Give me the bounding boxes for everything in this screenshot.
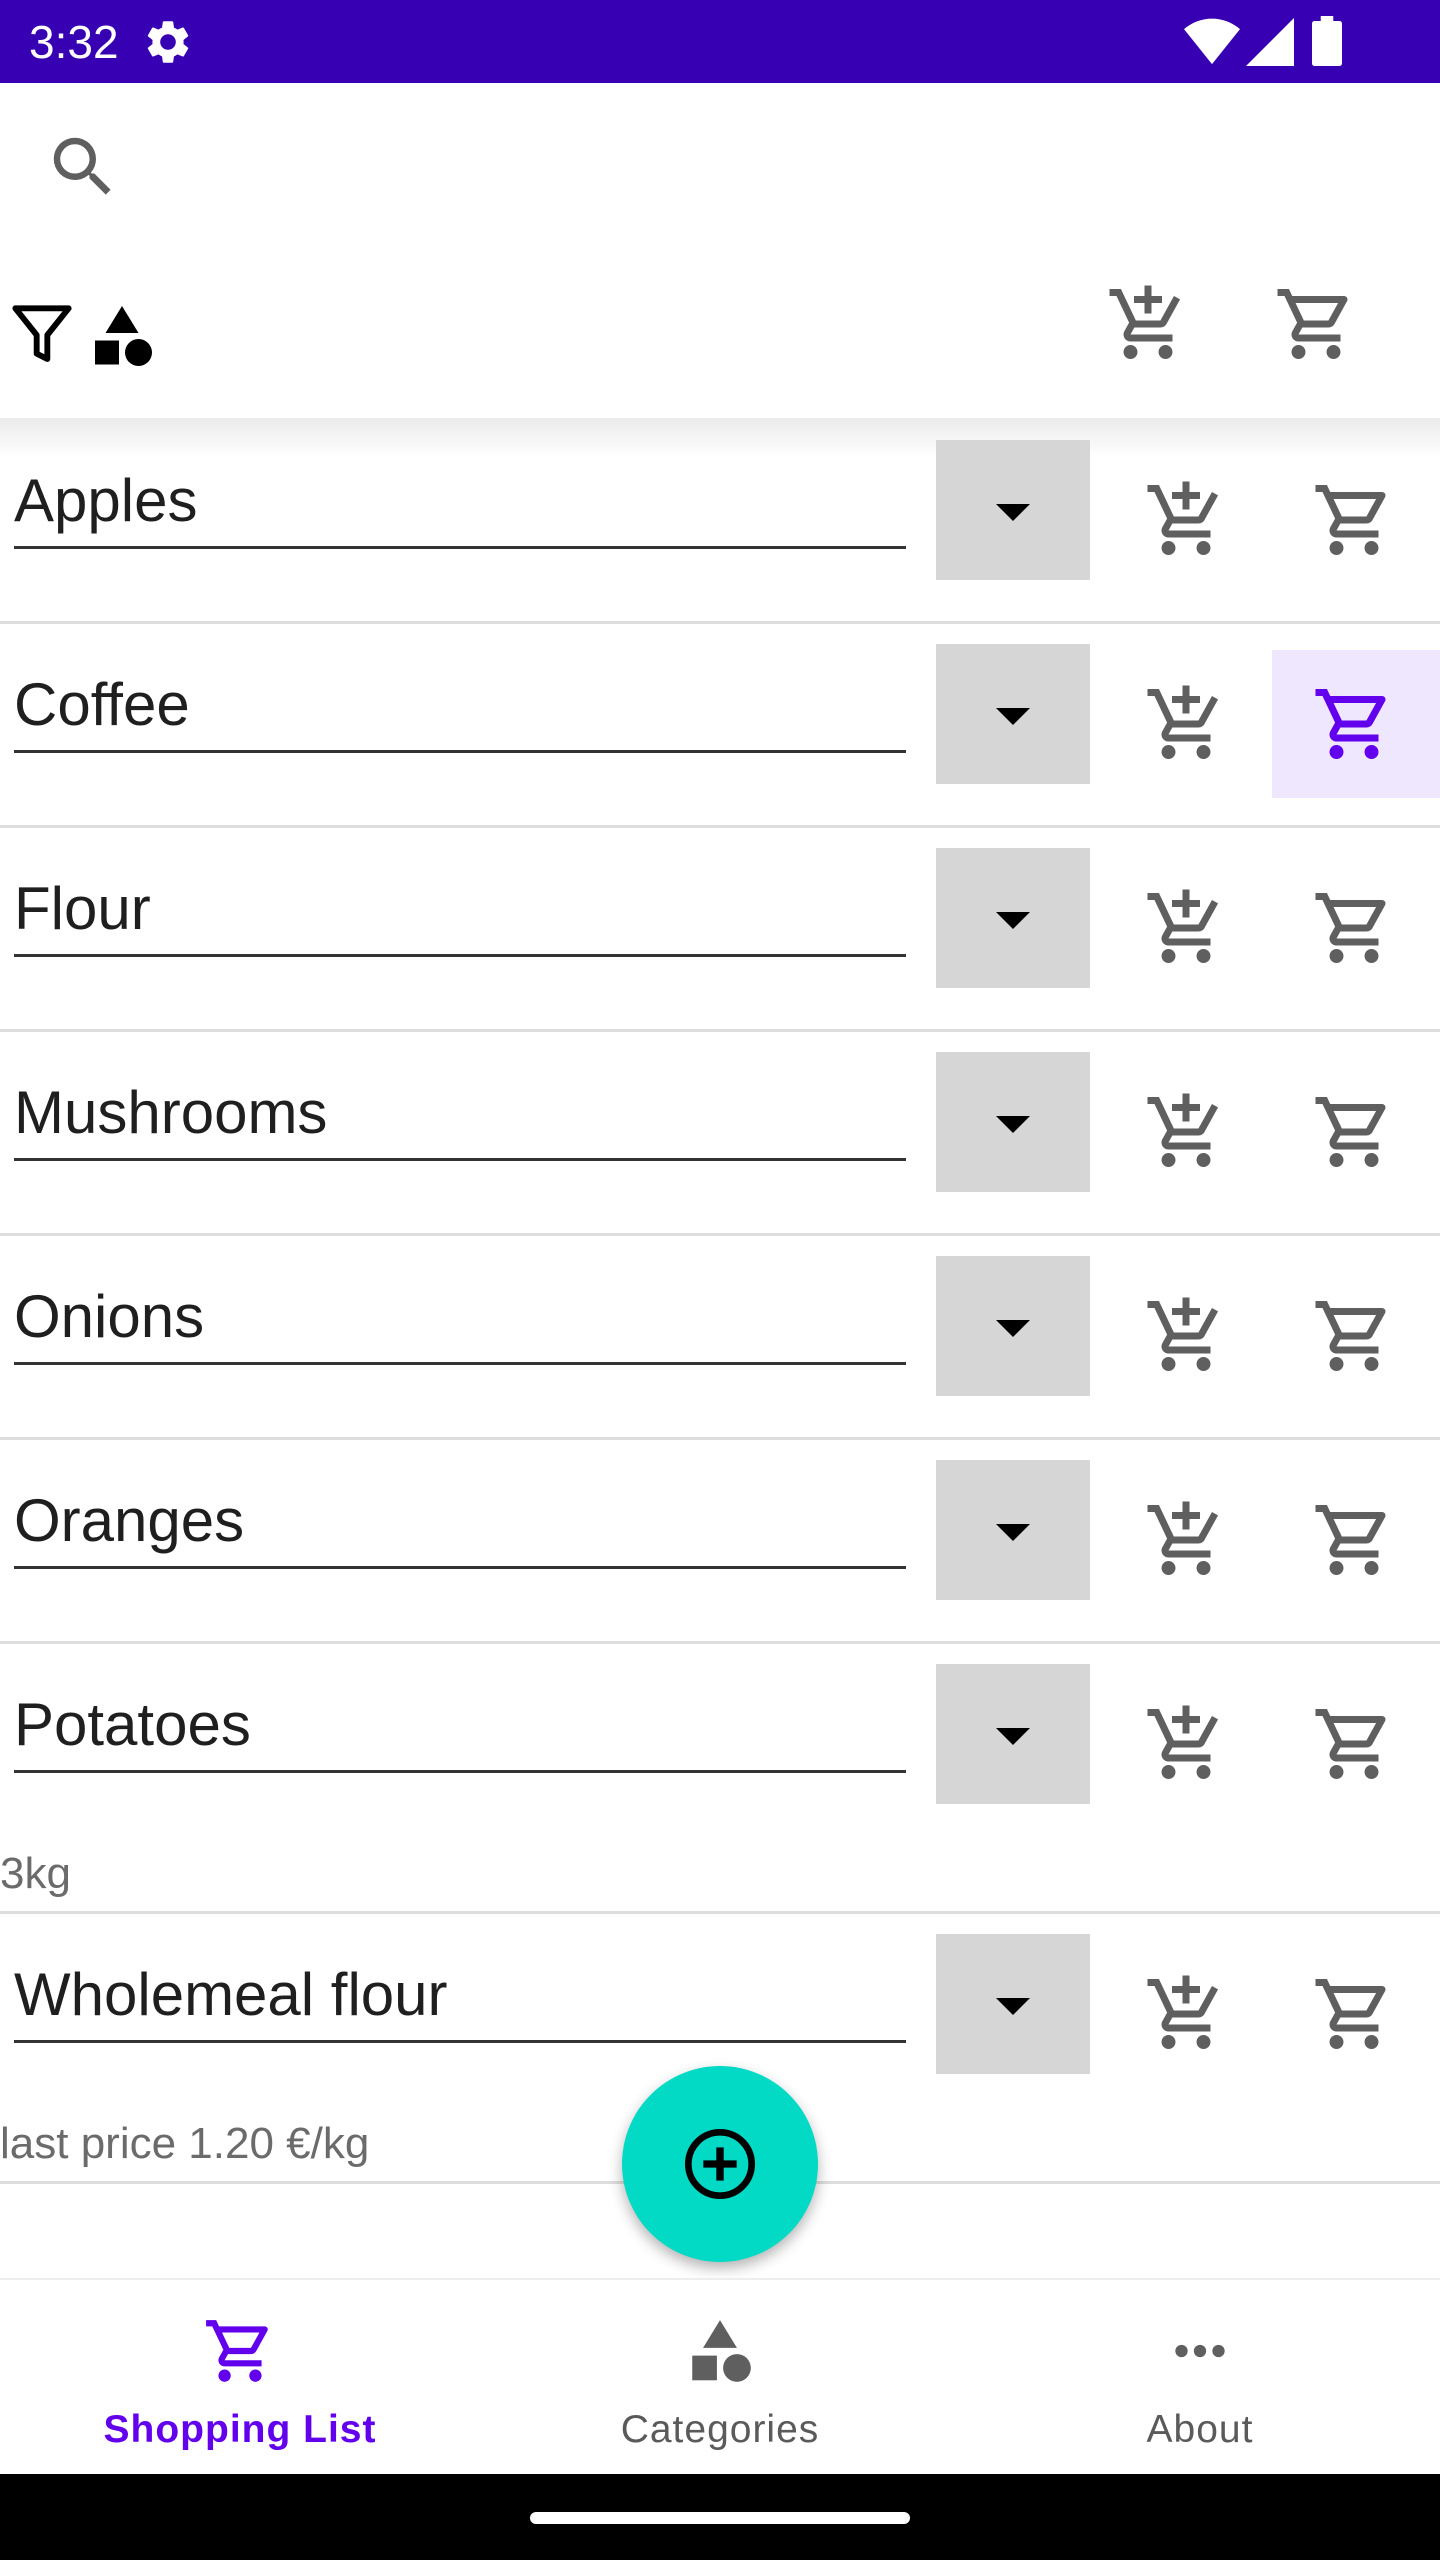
shopping-cart-icon[interactable]	[1312, 886, 1396, 970]
quantity-dropdown[interactable]	[936, 1934, 1090, 2074]
add-shopping-cart-icon[interactable]	[1144, 1090, 1228, 1174]
add-shopping-cart-icon[interactable]	[1144, 682, 1228, 766]
arrow-drop-down-icon	[996, 504, 1030, 521]
cell-signal-icon	[1246, 18, 1294, 66]
quantity-dropdown[interactable]	[936, 848, 1090, 988]
shapes-icon[interactable]	[86, 300, 158, 372]
item-name-field[interactable]: Mushrooms	[14, 1068, 906, 1161]
add-circle-icon	[685, 2129, 755, 2199]
arrow-drop-down-icon	[996, 1116, 1030, 1133]
list-item: Coffee	[0, 624, 1440, 828]
arrow-drop-down-icon	[996, 912, 1030, 929]
category-shapes-icon	[692, 2320, 751, 2382]
quantity-dropdown[interactable]	[936, 1664, 1090, 1804]
quantity-dropdown[interactable]	[936, 1460, 1090, 1600]
nav-shopping-list[interactable]: Shopping List	[0, 2280, 480, 2476]
item-name-field[interactable]: Coffee	[14, 660, 906, 753]
item-name-field[interactable]: Oranges	[14, 1476, 906, 1569]
arrow-drop-down-icon	[996, 708, 1030, 725]
add-shopping-cart-icon[interactable]	[1144, 1702, 1228, 1786]
add-shopping-cart-icon[interactable]	[1144, 886, 1228, 970]
item-subtitle: 3kg	[0, 1849, 71, 1898]
nav-label: Shopping List	[103, 2408, 377, 2451]
bottom-navigation: Shopping List Categories About	[0, 2278, 1440, 2476]
add-shopping-cart-icon[interactable]	[1106, 282, 1190, 366]
item-name-field[interactable]: Potatoes	[14, 1680, 906, 1773]
more-horiz-icon	[1175, 2344, 1225, 2358]
home-gesture-handle[interactable]	[530, 2512, 910, 2524]
add-shopping-cart-icon[interactable]	[1144, 478, 1228, 562]
add-item-fab[interactable]	[622, 2066, 818, 2262]
list-item: Flour	[0, 828, 1440, 1032]
item-subtitle: last price 1.20 €/kg	[0, 2119, 370, 2168]
status-bar: 3:32	[0, 0, 1440, 83]
arrow-drop-down-icon	[996, 1320, 1030, 1337]
quantity-dropdown[interactable]	[936, 1256, 1090, 1396]
shopping-cart-icon[interactable]	[1312, 1702, 1396, 1786]
list-item: Onions	[0, 1236, 1440, 1440]
list-item: Oranges	[0, 1440, 1440, 1644]
add-shopping-cart-icon[interactable]	[1144, 1498, 1228, 1582]
item-name-field[interactable]: Apples	[14, 456, 906, 549]
add-shopping-cart-icon[interactable]	[1144, 1972, 1228, 2056]
quantity-dropdown[interactable]	[936, 1052, 1090, 1192]
shopping-cart-icon[interactable]	[1312, 478, 1396, 562]
wifi-icon	[1184, 18, 1240, 65]
shopping-cart-icon[interactable]	[1274, 282, 1358, 366]
search-icon[interactable]	[44, 128, 122, 206]
item-name-field[interactable]: Wholemeal flour	[14, 1950, 906, 2043]
shopping-cart-icon	[206, 2320, 268, 2382]
arrow-drop-down-icon	[996, 1998, 1030, 2015]
item-name-field[interactable]: Flour	[14, 864, 906, 957]
status-time: 3:32	[29, 16, 119, 68]
shopping-cart-icon[interactable]	[1312, 1498, 1396, 1582]
add-shopping-cart-icon[interactable]	[1144, 1294, 1228, 1378]
shopping-cart-icon[interactable]	[1312, 1090, 1396, 1174]
nav-about[interactable]: About	[960, 2280, 1440, 2476]
shopping-cart-icon[interactable]	[1312, 682, 1396, 766]
list-item: Mushrooms	[0, 1032, 1440, 1236]
list-item: Apples	[0, 420, 1440, 624]
arrow-drop-down-icon	[996, 1524, 1030, 1541]
quantity-dropdown[interactable]	[936, 644, 1090, 784]
nav-label: Categories	[620, 2408, 820, 2451]
quantity-dropdown[interactable]	[936, 440, 1090, 580]
list-item: Potatoes 3kg	[0, 1644, 1440, 1914]
system-navigation-bar	[0, 2474, 1440, 2560]
battery-icon	[1312, 16, 1342, 66]
nav-label: About	[1146, 2408, 1254, 2451]
filter-icon[interactable]	[10, 300, 74, 370]
nav-categories[interactable]: Categories	[480, 2280, 960, 2476]
shopping-cart-icon[interactable]	[1312, 1972, 1396, 2056]
arrow-drop-down-icon	[996, 1728, 1030, 1745]
settings-gear-icon	[147, 21, 189, 63]
shopping-cart-icon[interactable]	[1312, 1294, 1396, 1378]
item-name-field[interactable]: Onions	[14, 1272, 906, 1365]
